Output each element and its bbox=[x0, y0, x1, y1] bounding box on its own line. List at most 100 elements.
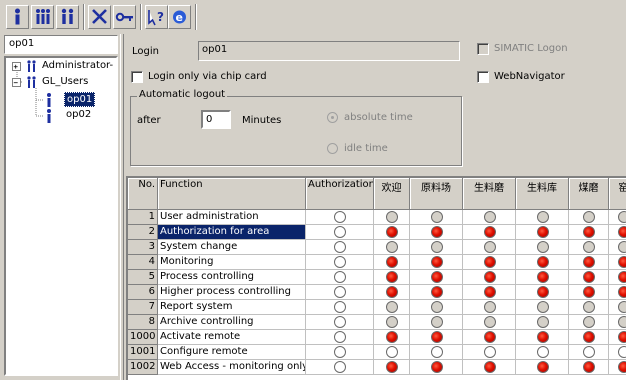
user-tree[interactable]: Administrator- GL_Users op01 op02 bbox=[4, 56, 118, 376]
permission-radio[interactable] bbox=[386, 256, 398, 268]
permission-radio[interactable] bbox=[484, 361, 496, 373]
permission-radio[interactable] bbox=[386, 226, 398, 238]
permission-radio[interactable] bbox=[537, 271, 549, 283]
permission-radio[interactable] bbox=[386, 241, 398, 253]
function-cell[interactable]: Monitoring bbox=[158, 255, 306, 270]
permission-radio[interactable] bbox=[484, 331, 496, 343]
permission-radio[interactable] bbox=[484, 256, 496, 268]
permission-radio[interactable] bbox=[537, 316, 549, 328]
permission-radio[interactable] bbox=[583, 301, 595, 313]
delete-button[interactable] bbox=[88, 5, 111, 29]
permission-radio[interactable] bbox=[618, 346, 626, 358]
permission-radio[interactable] bbox=[484, 316, 496, 328]
tree-item-administrator[interactable]: Administrator- bbox=[42, 60, 113, 71]
column-header-area[interactable]: 欢迎 bbox=[374, 178, 410, 210]
permission-radio[interactable] bbox=[618, 256, 626, 268]
permission-radio[interactable] bbox=[386, 286, 398, 298]
function-cell[interactable]: Process controlling bbox=[158, 270, 306, 285]
permission-radio[interactable] bbox=[618, 211, 626, 223]
permission-radio[interactable] bbox=[537, 226, 549, 238]
permission-radio[interactable] bbox=[583, 211, 595, 223]
users-button[interactable] bbox=[56, 5, 79, 29]
permission-radio[interactable] bbox=[431, 271, 443, 283]
function-cell[interactable]: System change bbox=[158, 240, 306, 255]
function-cell[interactable]: Activate remote bbox=[158, 330, 306, 345]
permission-radio[interactable] bbox=[386, 301, 398, 313]
permission-radio[interactable] bbox=[386, 211, 398, 223]
permission-radio[interactable] bbox=[583, 226, 595, 238]
column-header-area[interactable]: 生料磨 bbox=[463, 178, 516, 210]
function-cell[interactable]: Authorization for area bbox=[158, 225, 306, 240]
permission-radio[interactable] bbox=[583, 271, 595, 283]
column-header-area[interactable]: 生料库 bbox=[516, 178, 569, 210]
permission-radio[interactable] bbox=[618, 226, 626, 238]
idle-time-radio[interactable] bbox=[327, 143, 338, 154]
user-button[interactable] bbox=[6, 5, 29, 29]
permission-radio[interactable] bbox=[334, 271, 346, 283]
permission-radio[interactable] bbox=[484, 211, 496, 223]
column-header-area[interactable]: 窑 bbox=[609, 178, 626, 210]
permission-radio[interactable] bbox=[431, 346, 443, 358]
permission-radio[interactable] bbox=[484, 346, 496, 358]
permission-radio[interactable] bbox=[583, 256, 595, 268]
permission-radio[interactable] bbox=[583, 331, 595, 343]
permission-radio[interactable] bbox=[618, 241, 626, 253]
simatic-logon-checkbox[interactable] bbox=[477, 43, 489, 55]
permission-radio[interactable] bbox=[484, 271, 496, 283]
function-cell[interactable]: Higher process controlling bbox=[158, 285, 306, 300]
column-header-authorization[interactable]: Authorization bbox=[306, 178, 374, 210]
permission-radio[interactable] bbox=[334, 256, 346, 268]
webnavigator-checkbox[interactable] bbox=[477, 71, 489, 83]
permission-radio[interactable] bbox=[537, 286, 549, 298]
function-cell[interactable]: Report system bbox=[158, 300, 306, 315]
permission-radio[interactable] bbox=[583, 286, 595, 298]
permission-radio[interactable] bbox=[618, 316, 626, 328]
tree-item-op01[interactable]: op01 bbox=[64, 92, 96, 107]
permission-radio[interactable] bbox=[583, 361, 595, 373]
permission-radio[interactable] bbox=[386, 271, 398, 283]
permission-radio[interactable] bbox=[583, 346, 595, 358]
permission-radio[interactable] bbox=[537, 361, 549, 373]
permission-radio[interactable] bbox=[537, 331, 549, 343]
permission-radio[interactable] bbox=[431, 256, 443, 268]
group-button[interactable] bbox=[31, 5, 54, 29]
minutes-input[interactable]: 0 bbox=[201, 110, 231, 129]
permission-radio[interactable] bbox=[386, 331, 398, 343]
permission-radio[interactable] bbox=[334, 241, 346, 253]
permission-radio[interactable] bbox=[537, 241, 549, 253]
collapse-toggle[interactable] bbox=[12, 78, 21, 87]
permission-radio[interactable] bbox=[618, 331, 626, 343]
function-cell[interactable]: Configure remote bbox=[158, 345, 306, 360]
permission-radio[interactable] bbox=[334, 226, 346, 238]
permission-radio[interactable] bbox=[537, 346, 549, 358]
function-cell[interactable]: Archive controlling bbox=[158, 315, 306, 330]
permission-radio[interactable] bbox=[431, 226, 443, 238]
function-cell[interactable]: User administration bbox=[158, 210, 306, 225]
permission-radio[interactable] bbox=[431, 241, 443, 253]
column-header-area[interactable]: 煤磨 bbox=[569, 178, 609, 210]
permission-radio[interactable] bbox=[431, 361, 443, 373]
permission-radio[interactable] bbox=[618, 361, 626, 373]
browser-button[interactable]: e bbox=[168, 5, 191, 29]
column-header-no[interactable]: No. bbox=[128, 178, 158, 210]
permission-radio[interactable] bbox=[484, 226, 496, 238]
key-button[interactable] bbox=[113, 5, 136, 29]
help-button[interactable]: ? bbox=[145, 5, 168, 29]
permission-radio[interactable] bbox=[334, 361, 346, 373]
permission-radio[interactable] bbox=[431, 211, 443, 223]
chip-card-checkbox[interactable] bbox=[131, 71, 143, 83]
permission-radio[interactable] bbox=[386, 316, 398, 328]
column-header-area[interactable]: 原料场 bbox=[410, 178, 463, 210]
permission-radio[interactable] bbox=[484, 241, 496, 253]
tree-item-gl-users[interactable]: GL_Users bbox=[42, 76, 88, 87]
permission-radio[interactable] bbox=[334, 211, 346, 223]
permission-radio[interactable] bbox=[583, 316, 595, 328]
permission-radio[interactable] bbox=[431, 286, 443, 298]
permission-radio[interactable] bbox=[537, 301, 549, 313]
permission-radio[interactable] bbox=[334, 346, 346, 358]
permission-radio[interactable] bbox=[386, 361, 398, 373]
permission-radio[interactable] bbox=[618, 286, 626, 298]
expand-toggle[interactable] bbox=[12, 62, 21, 71]
panel-splitter[interactable] bbox=[120, 34, 124, 380]
permission-radio[interactable] bbox=[431, 331, 443, 343]
